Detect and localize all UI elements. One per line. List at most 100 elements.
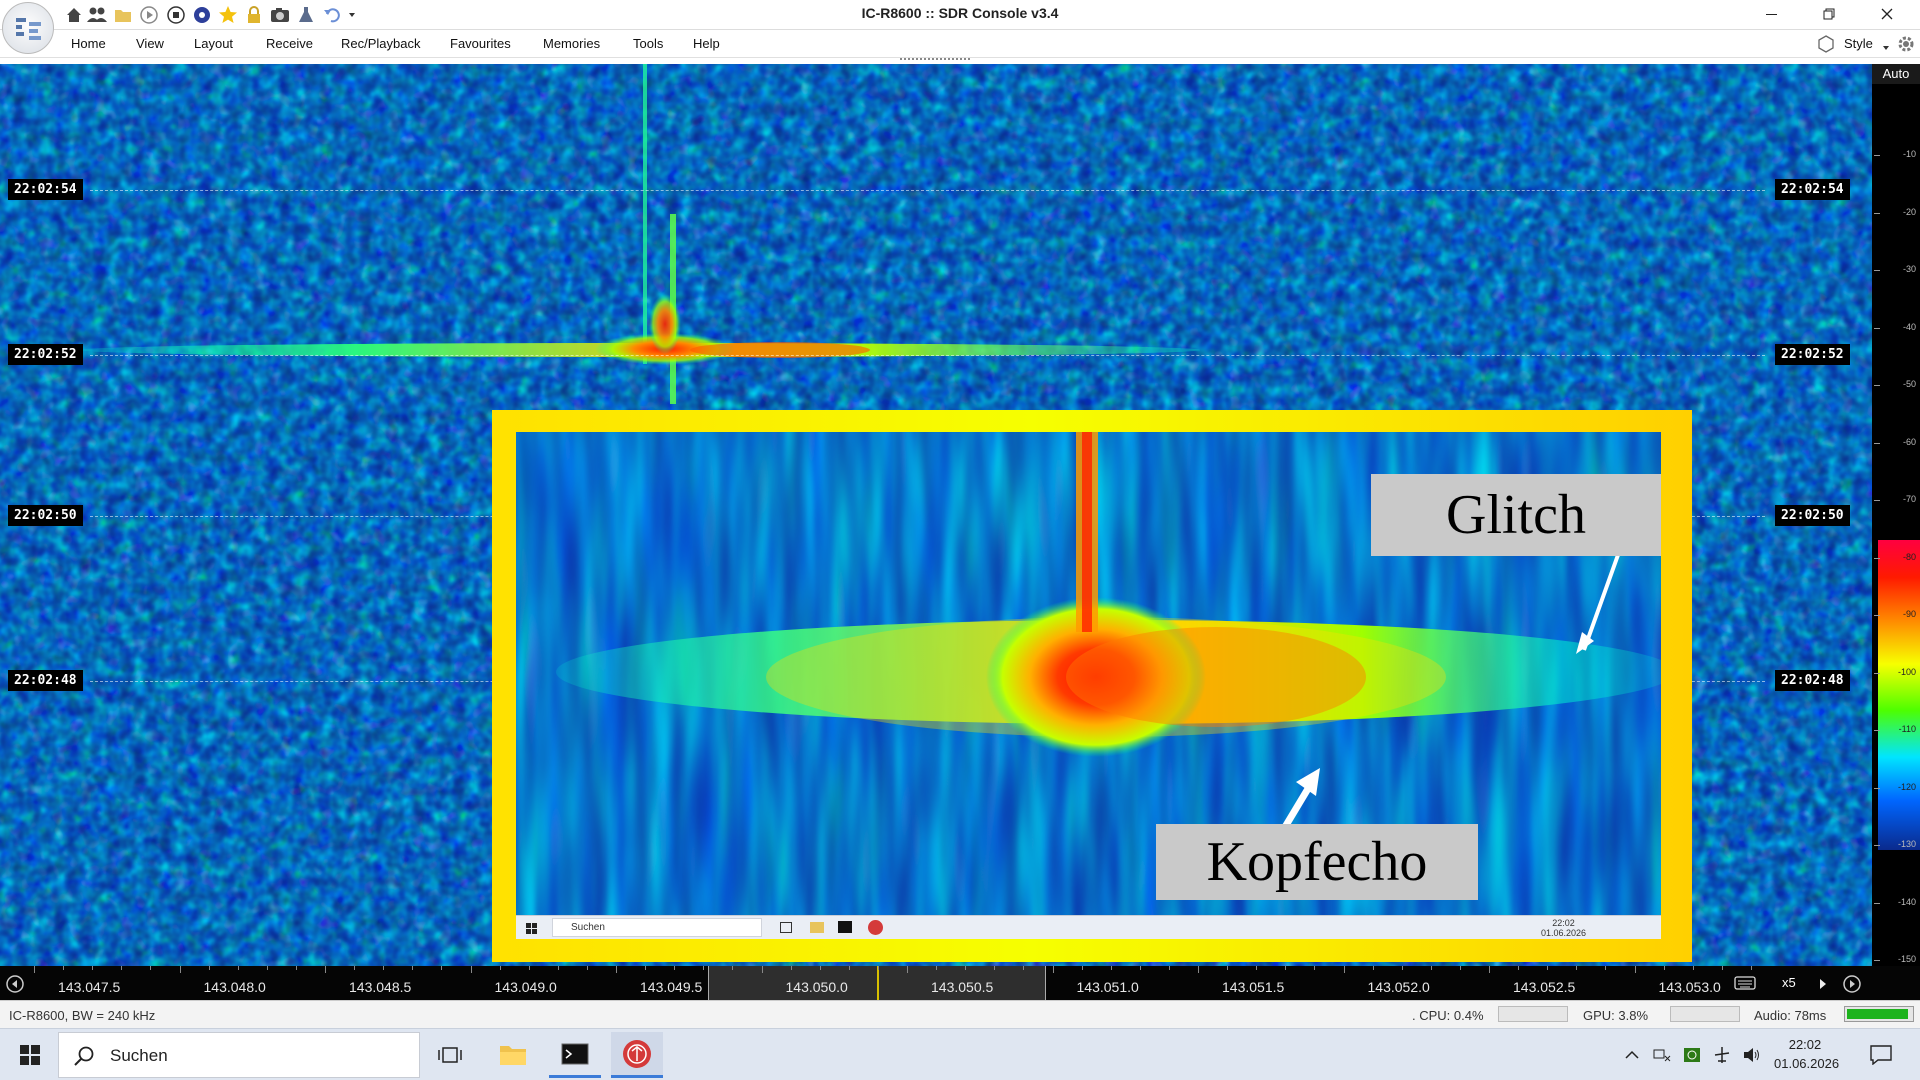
stop-icon[interactable] [166,5,186,25]
play-icon[interactable] [139,5,159,25]
sdr-console-icon [868,920,883,935]
zoom-level[interactable]: x5 [1782,975,1796,990]
scale-tick-mark [1874,557,1880,559]
timestamp-left: 22:02:50 [8,505,83,526]
frequency-tick-mark [1547,966,1548,970]
frequency-tick-label: 143.049.5 [640,979,703,995]
frequency-tick-mark [1343,966,1345,973]
frequency-tick-mark [877,966,879,970]
scale-tick-mark [1874,500,1880,501]
frequency-tick-mark [1489,966,1490,973]
menu-layout[interactable]: Layout [194,34,233,54]
star-icon[interactable] [218,5,238,25]
frequency-tick-mark [907,966,908,973]
sdr-console-button[interactable] [611,1032,663,1078]
cpu-meter [1498,1006,1568,1022]
scale-tick-label: -10 [1902,149,1916,159]
airplane-mode-icon[interactable] [1712,1045,1732,1065]
scale-tick-label: -120 [1897,781,1916,792]
minimize-icon [1765,13,1777,15]
cpu-usage: . CPU: 0.4% [1412,1008,1484,1023]
frequency-tick-mark [645,966,646,970]
restore-button[interactable] [1806,0,1852,28]
sdr-console-icon [623,1039,651,1068]
keyboard-icon[interactable] [1734,975,1756,996]
terminal-icon [561,1043,589,1064]
scale-tick-label: -110 [1898,724,1916,734]
menu-help[interactable]: Help [693,34,720,54]
inset-time: 22:02 [1552,918,1575,928]
radio-icon[interactable] [192,5,212,25]
menu-home[interactable]: Home [71,34,106,54]
start-button[interactable] [4,1032,56,1078]
level-scale[interactable]: Auto -10 -20 -30 -40 -50 -60 -70 -80 -90 -100 -110… [1872,64,1920,966]
menu-tools[interactable]: Tools [633,34,663,54]
minimize-button[interactable] [1748,0,1794,28]
frequency-tick-mark [1168,966,1170,970]
app-logo-button[interactable] [2,2,54,54]
tuned-frequency-marker[interactable] [877,966,879,1000]
frequency-tick-mark [703,966,704,970]
callout-kopfecho: Kopfecho [1156,824,1478,900]
scroll-left-icon[interactable] [5,974,25,999]
lock-icon[interactable] [244,5,264,25]
frequency-tick-label: 143.052.0 [1367,979,1430,995]
zoom-inset-frame: Glitch Kopfecho Suchen 22:02 01.06.2026 [492,410,1692,962]
ribbon-collapse-grip[interactable] [900,58,970,62]
audio-latency: Audio: 78ms [1754,1008,1827,1023]
task-view-button[interactable] [424,1032,476,1078]
menu-memories[interactable]: Memories [543,34,600,54]
frequency-tick-mark [470,966,472,973]
scale-tick-label: -130 [1897,839,1916,849]
frequency-axis[interactable]: 143.047.5 143.048.0 143.048.5 143.049.0 143.… [0,966,1920,1000]
scale-tick-label: -60 [1902,436,1916,447]
scale-tick-label: -30 [1902,264,1916,274]
terminal-button[interactable] [549,1032,601,1078]
frequency-tick-mark [150,966,151,970]
folder-icon[interactable] [113,5,133,25]
scale-mode-auto[interactable]: Auto [1872,64,1920,84]
users-icon[interactable] [87,5,107,25]
frequency-tick-label: 143.047.5 [58,979,121,995]
camera-icon[interactable] [270,5,290,25]
frequency-tick-mark [1052,966,1054,973]
flask-icon[interactable] [296,5,316,25]
menu-receive[interactable]: Receive [266,34,313,54]
notification-icon[interactable] [1868,1045,1894,1065]
gear-icon[interactable] [1896,34,1916,59]
frequency-tick-mark [179,966,181,973]
frequency-tick-mark [1430,966,1432,970]
frequency-tick-label: 143.050.0 [785,979,848,995]
menu-view[interactable]: View [136,34,164,54]
network-off-icon[interactable] [1652,1045,1672,1065]
scroll-right-icon[interactable] [1842,974,1862,999]
frequency-tick-mark [354,966,355,970]
dropdown-icon[interactable] [346,5,358,25]
menu-bar: Home View Layout Receive Rec/Playback Fa… [0,30,1920,58]
home-icon[interactable] [64,5,84,25]
undo-icon[interactable] [322,5,342,25]
inset-clock: 22:02 01.06.2026 [1541,918,1586,938]
chevron-up-icon[interactable] [1622,1045,1642,1065]
zoom-arrow-icon[interactable] [1818,977,1828,995]
nvidia-icon[interactable] [1682,1045,1702,1065]
frequency-tick-mark [1459,966,1461,970]
style-menu[interactable]: Style [1844,34,1873,54]
frequency-tick-mark [92,966,93,970]
style-dropdown-icon[interactable] [1882,39,1890,57]
frequency-tick-mark [1110,966,1112,970]
file-explorer-button[interactable] [487,1032,539,1078]
frequency-tick-mark [1663,966,1665,970]
volume-icon[interactable] [1742,1045,1762,1065]
menu-favourites[interactable]: Favourites [450,34,511,54]
scale-tick-label: -70 [1902,494,1916,504]
close-button[interactable] [1864,0,1910,28]
frequency-tick-mark [936,966,937,970]
frequency-tick-mark [121,966,122,970]
taskbar-clock[interactable]: 22:02 01.06.2026 [1774,1035,1839,1073]
taskbar-search-box[interactable]: Suchen [58,1032,420,1078]
menu-rec-playback[interactable]: Rec/Playback [341,34,420,54]
scale-tick-mark [1874,845,1880,846]
scale-tick-label: -40 [1902,321,1916,332]
scale-tick-mark [1874,615,1880,616]
